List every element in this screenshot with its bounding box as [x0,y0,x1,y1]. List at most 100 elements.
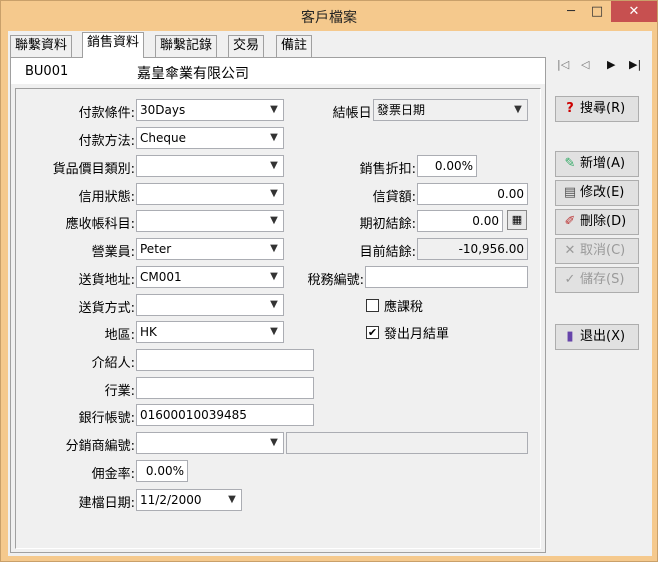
delivery-address-select[interactable]: CM001 ▼ [136,266,284,288]
payment-method-label: 付款方法: [78,134,135,149]
created-date-picker[interactable]: 11/2/2000 ▼ [136,489,242,511]
sales-discount-label: 銷售折扣: [359,162,416,177]
delete-button[interactable]: ✐ 刪除(D) [555,209,639,235]
delivery-method-select[interactable]: ▼ [136,294,284,316]
opening-balance-input[interactable]: 0.00 [417,210,503,232]
cancel-icon: ✕ [564,243,576,258]
client-area: 聯繫資料 銷售資料 聯繫記錄 交易 備註 BU001 嘉皇傘業有限公司 付款條件… [8,31,652,556]
add-icon: ✎ [564,156,576,171]
payment-method-select[interactable]: Cheque ▼ [136,127,284,149]
save-button-label: 儲存(S) [580,272,625,287]
industry-label: 行業: [104,384,135,399]
chevron-down-icon: ▼ [228,494,236,505]
created-date-label: 建檔日期: [78,496,135,511]
tab-contact-log[interactable]: 聯繫記錄 [155,35,218,57]
distributor-no-select[interactable]: ▼ [136,432,284,454]
tab-remarks[interactable]: 備註 [276,35,313,57]
chevron-down-icon: ▼ [270,437,278,448]
title-bar[interactable]: 客戶檔案 ─ □ ✕ [1,1,657,31]
save-button[interactable]: ✓ 儲存(S) [555,267,639,293]
commission-rate-input[interactable]: 0.00% [136,460,188,482]
taxable-checkbox[interactable] [366,299,379,312]
edit-icon: ▤ [563,185,577,200]
opening-balance-detail-button[interactable]: ▦ [507,210,527,230]
created-date-value: 11/2/2000 [140,493,202,507]
chevron-down-icon: ▼ [270,215,278,226]
add-button[interactable]: ✎ 新增(A) [555,151,639,177]
sales-form: 付款條件: 30Days ▼ 付款方法: Cheque ▼ 貨品價目類別: ▼ … [15,88,541,549]
payment-terms-value: 30Days [140,103,186,117]
salesperson-value: Peter [140,242,172,256]
cancel-button-label: 取消(C) [580,243,626,258]
close-button[interactable]: ✕ [611,1,657,22]
chevron-down-icon: ▼ [514,104,522,115]
ledger-icon: ▦ [511,213,523,226]
payment-terms-label: 付款條件: [78,106,135,121]
monthly-statement-label: 發出月結單 [384,327,450,342]
customer-code: BU001 [25,64,69,79]
referrer-input[interactable] [136,349,314,371]
next-record-button[interactable]: ▶ [607,58,615,71]
ar-account-select[interactable]: ▼ [136,210,284,232]
current-balance-display: -10,956.00 [417,238,528,260]
sales-info-panel: BU001 嘉皇傘業有限公司 付款條件: 30Days ▼ 付款方法: Cheq… [10,57,546,553]
chevron-down-icon: ▼ [270,188,278,199]
exit-icon: ▮ [566,329,574,344]
tab-contact-info[interactable]: 聯繫資料 [10,35,73,57]
search-icon: ? [566,101,574,116]
delete-button-label: 刪除(D) [580,214,627,229]
maximize-button[interactable]: □ [584,1,610,22]
closing-date-value: 發票日期 [377,103,426,117]
taxable-label: 應課稅 [384,300,424,315]
check-icon: ✔ [367,326,378,339]
monthly-statement-checkbox[interactable]: ✔ [366,326,379,339]
credit-limit-input[interactable]: 0.00 [417,183,528,205]
opening-balance-label: 期初結餘: [359,217,416,232]
chevron-down-icon: ▼ [270,326,278,337]
customer-name: 嘉皇傘業有限公司 [137,66,249,82]
region-label: 地區: [104,328,135,343]
chevron-down-icon: ▼ [270,160,278,171]
distributor-no-label: 分銷商編號: [65,439,135,454]
exit-button-label: 退出(X) [580,329,626,344]
referrer-label: 介紹人: [91,356,135,371]
industry-input[interactable] [136,377,314,399]
app-window: 客戶檔案 ─ □ ✕ 聯繫資料 銷售資料 聯繫記錄 交易 備註 BU001 嘉皇… [0,0,658,562]
last-record-button[interactable]: ▶| [629,58,641,71]
chevron-down-icon: ▼ [270,243,278,254]
price-category-select[interactable]: ▼ [136,155,284,177]
tab-transactions[interactable]: 交易 [228,35,265,57]
tab-sales-info[interactable]: 銷售資料 [82,32,145,58]
add-button-label: 新增(A) [580,156,626,171]
prev-record-button[interactable]: ◁ [581,58,589,71]
search-button[interactable]: ? 搜尋(R) [555,96,639,122]
salesperson-select[interactable]: Peter ▼ [136,238,284,260]
edit-button[interactable]: ▤ 修改(E) [555,180,639,206]
bank-account-label: 銀行帳號: [78,411,135,426]
closing-date-label: 結帳日: [332,106,376,121]
current-balance-label: 目前結餘: [359,245,416,260]
payment-terms-select[interactable]: 30Days ▼ [136,99,284,121]
chevron-down-icon: ▼ [270,132,278,143]
sales-discount-input[interactable]: 0.00% [417,155,477,177]
customer-header: BU001 嘉皇傘業有限公司 [11,58,545,84]
payment-method-value: Cheque [140,131,186,145]
price-category-label: 貨品價目類別: [52,162,135,177]
delivery-method-label: 送貨方式: [78,301,135,316]
region-select[interactable]: HK ▼ [136,321,284,343]
closing-date-select[interactable]: 發票日期 ▼ [373,99,528,121]
chevron-down-icon: ▼ [270,299,278,310]
commission-rate-label: 佣金率: [91,467,135,482]
exit-button[interactable]: ▮ 退出(X) [555,324,639,350]
bank-account-input[interactable]: 01600010039485 [136,404,314,426]
cancel-button[interactable]: ✕ 取消(C) [555,238,639,264]
first-record-button[interactable]: |◁ [557,58,569,71]
save-icon: ✓ [564,272,576,287]
tax-no-input[interactable] [365,266,528,288]
credit-status-select[interactable]: ▼ [136,183,284,205]
minimize-button[interactable]: ─ [558,1,584,22]
search-button-label: 搜尋(R) [580,101,626,116]
credit-limit-label: 信貸額: [372,190,416,205]
distributor-name-display [286,432,528,454]
edit-button-label: 修改(E) [580,185,625,200]
